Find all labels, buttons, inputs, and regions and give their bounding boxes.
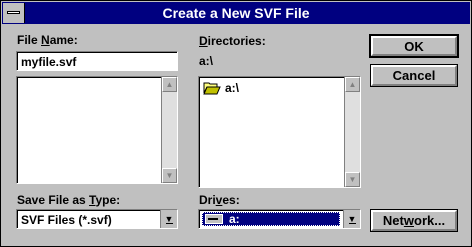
file-list-scrollbar[interactable]: ▲ ▼: [161, 77, 177, 183]
drives-label: Drives:: [199, 193, 240, 207]
directory-item-label: a:\: [225, 81, 240, 95]
file-name-input[interactable]: myfile.svf: [16, 51, 178, 71]
dialog-window: Create a New SVF File File Name: myfile.…: [0, 0, 472, 247]
open-folder-icon: [203, 82, 221, 95]
scroll-up-icon[interactable]: ▲: [162, 77, 177, 92]
file-list[interactable]: ▲ ▼: [16, 76, 178, 184]
drives-dropdown[interactable]: a: ▼: [198, 209, 361, 229]
current-directory-path: a:\: [199, 54, 214, 68]
save-type-value: SVF Files (*.svf): [21, 213, 112, 227]
floppy-drive-icon: [205, 214, 223, 224]
scroll-up-icon[interactable]: ▲: [345, 77, 360, 92]
network-button[interactable]: Net w ork...: [370, 209, 458, 232]
ok-button[interactable]: OK: [369, 34, 459, 58]
directories-label: Directories:: [199, 34, 266, 48]
save-type-label: Save File as Type:: [17, 193, 121, 207]
scroll-down-icon[interactable]: ▼: [162, 168, 177, 183]
title-bar[interactable]: Create a New SVF File: [2, 2, 470, 24]
directory-list[interactable]: a:\ ▲ ▼: [198, 76, 361, 188]
window-title: Create a New SVF File: [162, 5, 310, 21]
drives-value: a:: [229, 212, 240, 226]
directory-item[interactable]: a:\: [203, 80, 239, 96]
chevron-down-icon[interactable]: ▼: [343, 210, 360, 228]
chevron-down-icon[interactable]: ▼: [160, 210, 177, 228]
save-type-dropdown[interactable]: SVF Files (*.svf) ▼: [16, 209, 178, 229]
cancel-button[interactable]: Cancel: [370, 64, 458, 87]
scroll-down-icon[interactable]: ▼: [345, 172, 360, 187]
directory-list-scrollbar[interactable]: ▲ ▼: [344, 77, 360, 187]
drives-selected: a:: [202, 212, 340, 226]
file-name-label: File Name:: [17, 33, 78, 47]
file-name-value: myfile.svf: [21, 55, 77, 69]
